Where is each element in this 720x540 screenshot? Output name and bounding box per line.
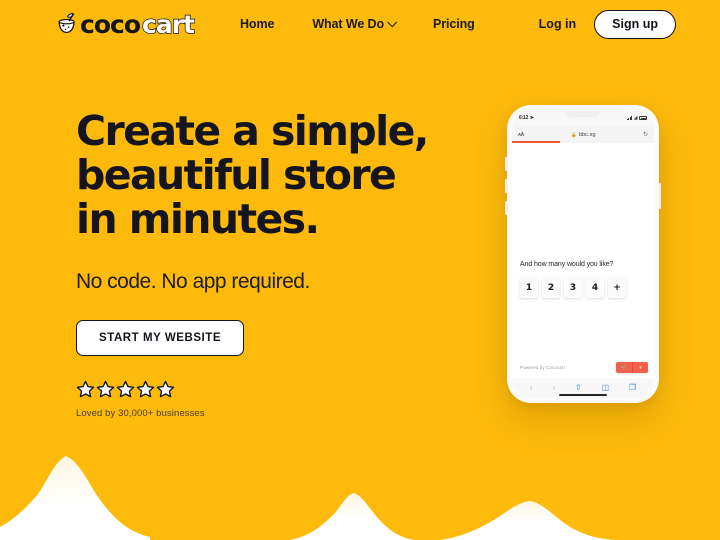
nav-actions: Log in Sign up: [539, 9, 676, 39]
phone-status-bar: 6:12 ➤ ◢: [512, 110, 654, 126]
coconut-drink-icon: [56, 12, 78, 36]
hero-subtitle: No code. No app required.: [76, 269, 310, 293]
nav-link-pricing[interactable]: Pricing: [433, 17, 475, 31]
phone-notch: [566, 111, 600, 117]
star-icon: [136, 380, 155, 399]
chevron-down-icon[interactable]: ▾: [632, 362, 648, 373]
nav-link-home-label: Home: [239, 17, 275, 31]
share-icon[interactable]: ⇧: [575, 384, 582, 392]
quantity-question: And how many would you like?: [520, 261, 614, 268]
tabs-icon[interactable]: ❐: [629, 384, 636, 392]
back-icon[interactable]: ‹: [530, 384, 533, 392]
star-icon: [116, 380, 135, 399]
browser-url-bar[interactable]: ᴀA 🔒 bbc.sg ↻: [512, 126, 654, 143]
phone-screen: 6:12 ➤ ◢ ᴀA 🔒 bbc.sg ↻ And how many woul…: [512, 110, 654, 398]
top-navigation-bar: coco cart Home What We Do Pricing Log in …: [0, 0, 720, 48]
phone-mockup: 6:12 ➤ ◢ ᴀA 🔒 bbc.sg ↻ And how many woul…: [505, 105, 661, 403]
address-field[interactable]: 🔒 bbc.sg: [524, 132, 643, 138]
quantity-option-1[interactable]: 1: [520, 277, 538, 298]
nav-link-what-we-do-label: What We Do: [312, 17, 385, 31]
start-my-website-button[interactable]: START MY WEBSITE: [76, 319, 245, 356]
home-indicator: [559, 393, 607, 396]
status-indicators: ◢: [626, 114, 647, 121]
cart-icon[interactable]: 🛒: [616, 362, 632, 373]
star-icon: [76, 380, 95, 399]
quantity-option-3[interactable]: 3: [564, 277, 582, 298]
nav-links: Home What We Do Pricing: [240, 16, 475, 31]
brand-name-secondary: cart: [141, 9, 195, 39]
forward-icon[interactable]: ›: [552, 384, 555, 392]
phone-body: 6:12 ➤ ◢ ᴀA 🔒 bbc.sg ↻ And how many woul…: [505, 105, 661, 403]
hero-content: Create a simple, beautiful store in minu…: [76, 107, 476, 419]
rating-stars: [76, 380, 476, 399]
bookmarks-icon[interactable]: ◫: [602, 384, 610, 392]
brand-name-primary: coco: [80, 9, 141, 39]
page-title: Create a simple, beautiful store in minu…: [76, 107, 429, 243]
powered-by-label: Powered by Cococart: [520, 365, 565, 370]
star-icon: [156, 380, 175, 399]
brand-logo[interactable]: coco cart: [56, 9, 196, 39]
cellular-signal-icon: [626, 115, 633, 121]
quantity-option-more[interactable]: +: [608, 277, 626, 298]
cart-widget[interactable]: 🛒 ▾: [616, 362, 648, 373]
bottom-mountain-decoration: [0, 456, 616, 540]
reload-icon[interactable]: ↻: [643, 131, 648, 138]
star-icon: [96, 380, 115, 399]
chevron-down-icon: [387, 16, 398, 27]
quantity-option-4[interactable]: 4: [586, 277, 604, 298]
nav-link-what-we-do[interactable]: What We Do: [312, 16, 398, 31]
quantity-option-2[interactable]: 2: [542, 277, 560, 298]
social-proof-text: Loved by 30,000+ businesses: [76, 407, 205, 419]
login-link[interactable]: Log in: [539, 17, 577, 31]
nav-link-home[interactable]: Home: [240, 17, 274, 31]
status-time: 6:12: [519, 115, 529, 121]
store-page-content: And how many would you like? 1 2 3 4 + P…: [512, 143, 654, 378]
nav-link-pricing-label: Pricing: [433, 17, 475, 31]
signup-button[interactable]: Sign up: [594, 9, 676, 39]
lock-icon: 🔒: [571, 131, 577, 137]
url-text: bbc.sg: [578, 131, 596, 138]
quantity-options: 1 2 3 4 +: [520, 277, 626, 298]
location-arrow-icon: ➤: [529, 115, 534, 121]
battery-icon: [639, 116, 647, 120]
browser-toolbar: ‹ › ⇧ ◫ ❐: [512, 378, 654, 398]
wifi-icon: ◢: [633, 114, 638, 121]
